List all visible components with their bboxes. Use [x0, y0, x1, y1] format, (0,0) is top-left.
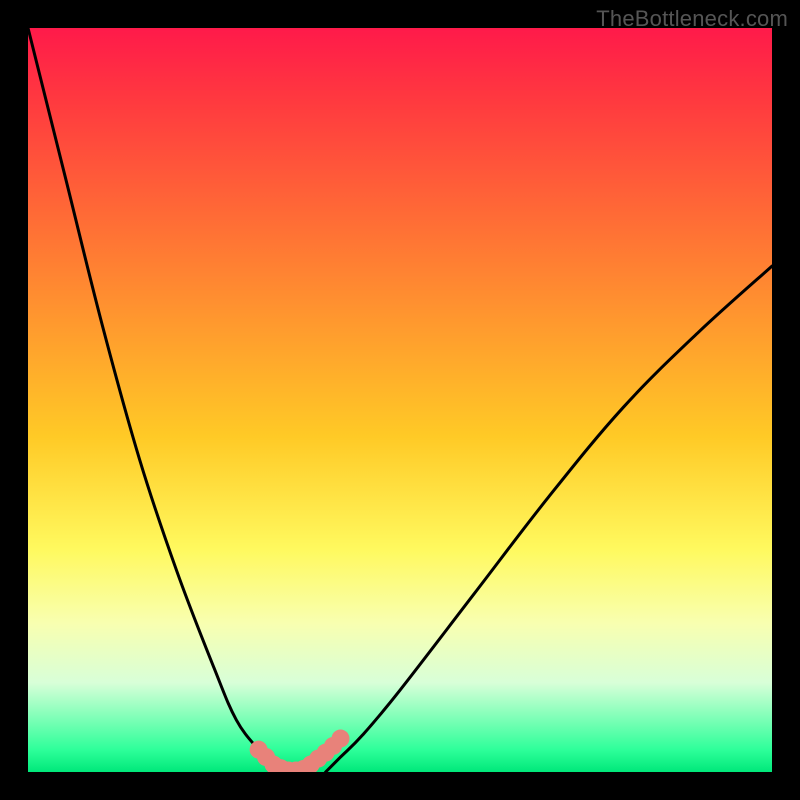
marker-bottom-connector [331, 730, 349, 748]
marker-bottom-connector [317, 744, 335, 762]
outer-frame: TheBottleneck.com [0, 0, 800, 800]
marker-bottom-connector [302, 756, 320, 772]
series-right-curve [326, 266, 772, 772]
series-left-curve [28, 28, 288, 772]
chart-svg [28, 28, 772, 772]
series-bottom-connector [259, 739, 341, 771]
marker-bottom-connector [257, 748, 275, 766]
marker-bottom-connector [294, 760, 312, 772]
marker-bottom-connector [324, 737, 342, 755]
marker-bottom-connector [250, 741, 268, 759]
marker-bottom-connector [287, 762, 305, 772]
marker-bottom-connector [309, 750, 327, 768]
chart-plot-area [28, 28, 772, 772]
chart-series-layer [28, 28, 772, 772]
marker-bottom-connector [272, 759, 290, 772]
marker-bottom-connector [265, 756, 283, 772]
marker-bottom-connector [279, 762, 297, 772]
